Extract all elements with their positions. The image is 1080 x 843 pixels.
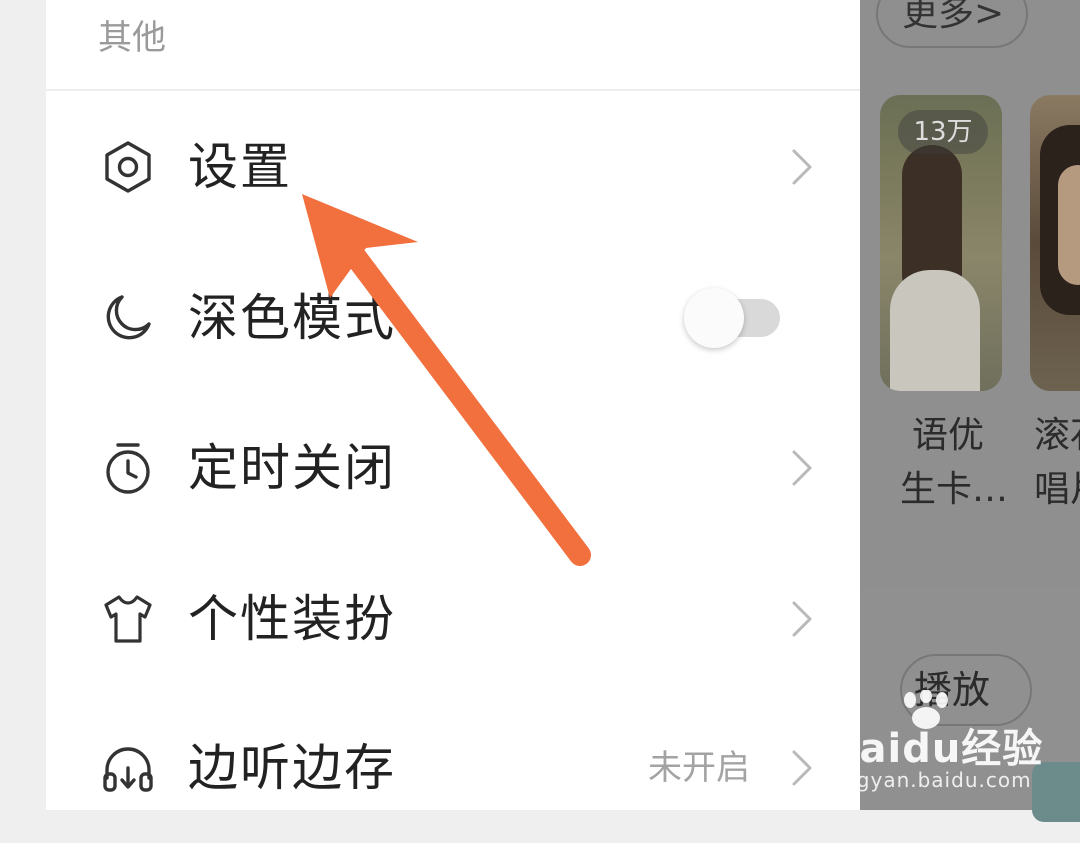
menu-item-settings[interactable]: 设置 — [46, 92, 860, 242]
bg-card-1-title-line1: 语优 — [912, 415, 985, 456]
bg-card-1-title-line2: 生卡… — [900, 469, 1009, 510]
menu-item-sleep-timer[interactable]: 定时关闭 — [46, 393, 860, 543]
menu-item-label: 个性装扮 — [188, 590, 396, 648]
settings-hexagon-icon — [105, 141, 151, 193]
toggle-knob — [684, 288, 744, 348]
bg-card-1-shirt — [890, 270, 980, 391]
side-drawer: 其他 设置 深色模式 定时关闭 个性装扮 边听边存 未开启 — [46, 0, 860, 810]
menu-item-label: 深色模式 — [188, 289, 396, 347]
menu-item-listen-and-save[interactable]: 边听边存 未开启 — [46, 693, 860, 843]
bg-playlist-card-2 — [1030, 95, 1080, 391]
menu-item-label: 设置 — [188, 138, 292, 196]
menu-item-dark-mode[interactable]: 深色模式 — [46, 243, 860, 393]
headphones-download-icon — [103, 747, 153, 792]
dark-mode-toggle[interactable] — [684, 288, 780, 348]
chevron-right-icon — [792, 750, 812, 786]
watermark-brand: Baidu经验 — [828, 726, 1044, 772]
bg-more-button: 更多> — [876, 0, 1028, 48]
tshirt-icon — [104, 595, 152, 643]
bg-play-count-badge: 13万 — [898, 110, 988, 154]
bg-card-2-title-line1: 滚石 — [1034, 415, 1080, 456]
baidu-watermark: Baidu经验 jingyan.baidu.com — [826, 690, 1056, 800]
status-text: 未开启 — [648, 748, 750, 788]
chevron-right-icon — [792, 601, 812, 637]
menu-item-label: 定时关闭 — [188, 439, 396, 497]
moon-icon — [106, 295, 151, 340]
menu-item-label: 边听边存 — [188, 739, 396, 797]
chevron-right-icon — [792, 149, 812, 185]
bg-card-2-face — [1058, 165, 1080, 285]
timer-icon — [106, 443, 150, 494]
section-title-other: 其他 — [98, 18, 166, 58]
section-divider — [46, 89, 860, 91]
menu-item-personalize[interactable]: 个性装扮 — [46, 544, 860, 694]
watermark-url: jingyan.baidu.com — [830, 768, 1032, 792]
bg-card-2-title-line2: 唱片 — [1034, 469, 1080, 510]
chevron-right-icon — [792, 450, 812, 486]
